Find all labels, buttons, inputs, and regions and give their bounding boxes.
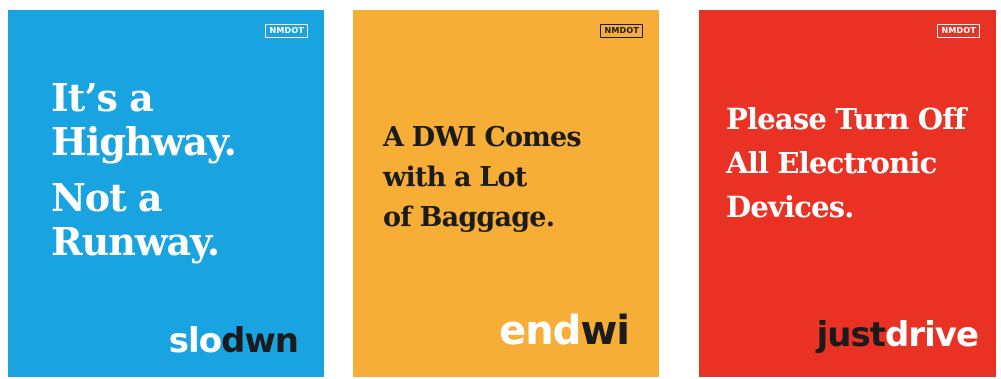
headline-line: A DWI Comes [383,122,582,153]
poster-headline: Please Turn Off All Electronic Devices. [726,97,966,229]
headline-line: All Electronic [726,146,937,180]
headline-line: Runway. [51,219,220,264]
poster-endwi: NMDOT A DWI Comes with a Lot of Baggage.… [353,10,659,377]
headline-line: Please Turn Off [726,102,966,136]
headline-line: Highway. [51,119,237,164]
headline-line: Devices. [726,190,854,224]
headline-line: It’s a [51,75,154,120]
logo-part: wi [580,308,630,354]
logo-part: just [816,315,886,355]
logo-part: end [499,308,581,354]
nmdot-badge: NMDOT [600,24,643,38]
campaign-logo: endwi [499,308,630,354]
headline-line: of Baggage. [383,202,555,233]
poster-justdrive: NMDOT Please Turn Off All Electronic Dev… [699,10,996,377]
headline-line: Not a [51,175,162,220]
nmdot-badge: NMDOT [937,24,980,38]
logo-part: drive [885,315,979,355]
logo-part: dwn [221,321,299,361]
campaign-logo: slodwn [168,321,299,361]
logo-part: slo [168,321,222,361]
poster-headline: A DWI Comes with a Lot of Baggage. [383,118,582,238]
nmdot-badge: NMDOT [265,24,308,38]
headline-line: with a Lot [383,162,527,193]
poster-slodwn: NMDOT It’s a Highway. Not a Runway. slod… [8,10,324,377]
poster-headline: It’s a Highway. Not a Runway. [51,75,237,264]
campaign-logo: justdrive [816,315,979,355]
